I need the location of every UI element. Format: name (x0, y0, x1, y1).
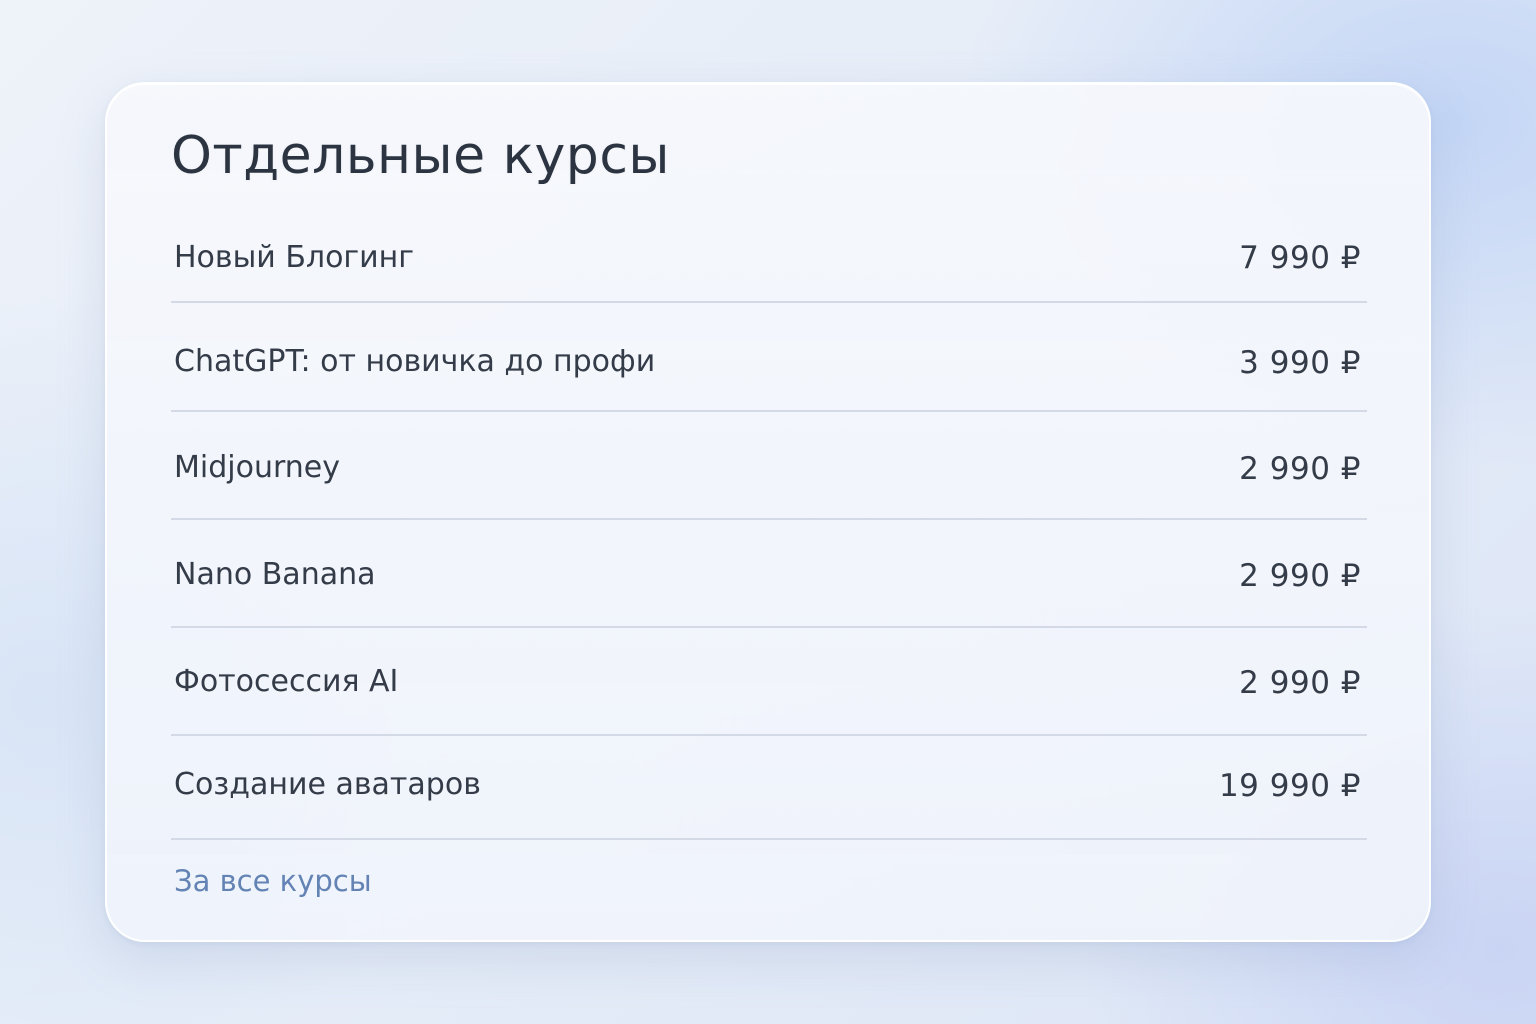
course-price: 2 990 ₽ (1239, 451, 1361, 487)
course-row-new-blogging[interactable]: Новый Блогинг 7 990 ₽ (171, 236, 1367, 303)
course-row-nano-banana[interactable]: Nano Banana 2 990 ₽ (171, 520, 1367, 628)
course-price: 19 990 ₽ (1218, 768, 1361, 804)
course-price: 3 990 ₽ (1239, 345, 1361, 381)
courses-card: Отдельные курсы Новый Блогинг 7 990 ₽ Ch… (105, 82, 1431, 942)
course-row-chatgpt[interactable]: ChatGPT: от новичка до профи 3 990 ₽ (171, 303, 1367, 412)
course-row-midjourney[interactable]: Midjourney 2 990 ₽ (171, 412, 1367, 520)
course-row-ai-photoshoot[interactable]: Фотосессия AI 2 990 ₽ (171, 628, 1367, 736)
course-row-avatars[interactable]: Создание аватаров 19 990 ₽ (171, 736, 1367, 840)
course-price: 2 990 ₽ (1239, 665, 1361, 701)
course-name: Nano Banana (174, 557, 376, 592)
course-name: Фотосессия AI (174, 664, 399, 699)
card-title: Отдельные курсы (171, 126, 670, 186)
course-name: Midjourney (174, 450, 340, 485)
all-courses-link[interactable]: За все курсы (174, 861, 372, 901)
course-name: Создание аватаров (174, 767, 481, 802)
course-name: ChatGPT: от новичка до профи (174, 344, 656, 379)
course-price: 7 990 ₽ (1239, 240, 1361, 276)
course-price: 2 990 ₽ (1239, 558, 1361, 594)
course-name: Новый Блогинг (174, 240, 415, 275)
